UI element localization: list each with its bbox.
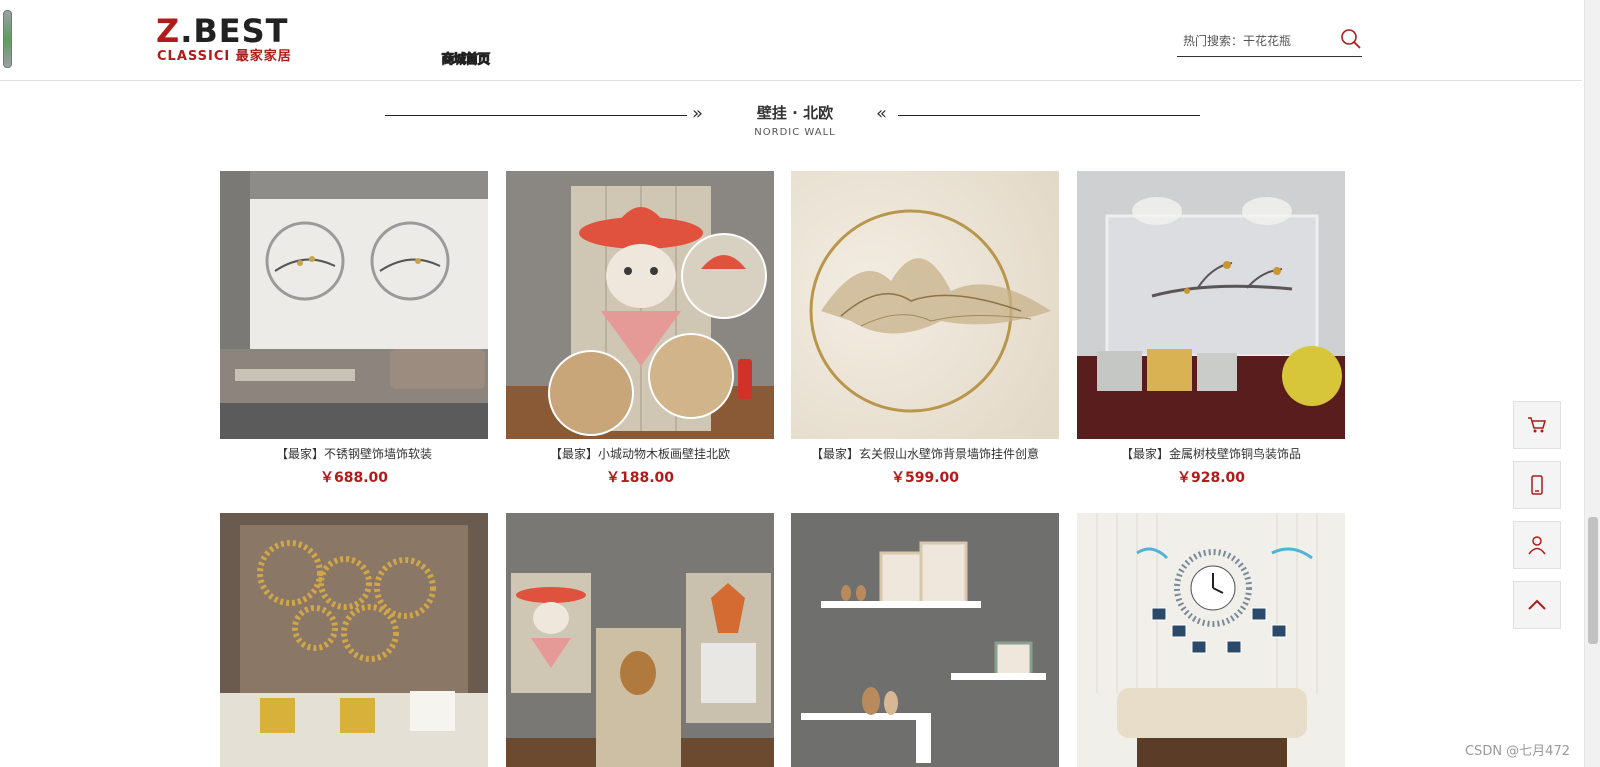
vertical-scrollbar[interactable] — [1584, 0, 1600, 767]
back-to-top-button[interactable] — [1513, 581, 1561, 629]
section-title: 壁挂 · 北欧 — [756, 104, 834, 122]
product-card[interactable]: 【最家】小城动物木板画壁挂北欧 ￥188.00 — [506, 171, 774, 487]
product-image-circle-wall-art[interactable] — [220, 171, 488, 439]
product-image-animal-paintings[interactable] — [506, 513, 774, 767]
heading-arrow-right: « — [876, 103, 888, 124]
product-name[interactable]: 【最家】玄关假山水壁饰背景墙饰挂件创意 — [791, 445, 1059, 462]
site-logo[interactable]: Z.BEST CLASSICI 最家家居 — [156, 14, 306, 68]
search-icon[interactable] — [1340, 28, 1362, 50]
logo-brand-rest: .BEST — [180, 12, 289, 50]
product-price: ￥688.00 — [319, 470, 389, 486]
product-card[interactable]: 【最家】金属树枝壁饰铜鸟装饰品 ￥928.00 — [1077, 171, 1345, 487]
mobile-icon — [1531, 475, 1543, 495]
section-heading: » 壁挂 · 北欧 NORDIC WALL « — [385, 100, 1200, 145]
product-image-mountain-wall-art[interactable] — [791, 171, 1059, 439]
product-name[interactable]: 【最家】小城动物木板画壁挂北欧 — [506, 445, 774, 462]
user-account-button[interactable] — [1513, 521, 1561, 569]
section-subtitle: NORDIC WALL — [754, 127, 836, 138]
product-card[interactable] — [220, 513, 488, 767]
product-image-gold-discs[interactable] — [220, 513, 488, 767]
product-name[interactable]: 【最家】金属树枝壁饰铜鸟装饰品 — [1077, 445, 1345, 462]
product-price: ￥599.00 — [890, 470, 960, 486]
mobile-app-button[interactable] — [1513, 461, 1561, 509]
heading-arrow-left: » — [692, 103, 704, 124]
user-icon — [1528, 536, 1546, 555]
nav-link-home[interactable]: 商城首页 — [441, 48, 490, 67]
product-image-cat-wood-painting[interactable] — [506, 171, 774, 439]
site-header: Z.BEST CLASSICI 最家家居 商城首页 — [0, 0, 1582, 81]
heading-line-left — [385, 115, 687, 116]
chevron-up-icon — [1528, 599, 1546, 610]
product-name[interactable]: 【最家】不锈钢壁饰墙饰软装 — [220, 445, 488, 462]
product-price: ￥928.00 — [1176, 470, 1246, 486]
product-card[interactable] — [791, 513, 1059, 767]
product-card[interactable]: 【最家】玄关假山水壁饰背景墙饰挂件创意 ￥599.00 — [791, 171, 1059, 487]
product-image-clock-photo-wall[interactable] — [1077, 513, 1345, 767]
heading-line-right — [898, 115, 1200, 116]
product-image-branch-wall-art[interactable] — [1077, 171, 1345, 439]
logo-brand-mark: Z — [156, 12, 181, 50]
scrollbar-thumb[interactable] — [1588, 517, 1598, 644]
product-image-wall-shelves[interactable] — [791, 513, 1059, 767]
cart-button[interactable] — [1513, 401, 1561, 449]
cart-icon — [1528, 417, 1546, 433]
product-card[interactable] — [506, 513, 774, 767]
search-bar — [1177, 26, 1362, 57]
window-resize-handle[interactable] — [3, 10, 12, 68]
watermark: CSDN @七月472 — [1464, 744, 1570, 759]
product-price: ￥188.00 — [605, 470, 675, 486]
search-input[interactable] — [1183, 30, 1333, 52]
logo-sub-latin: CLASSICI — [157, 49, 231, 64]
logo-sub-cn: 最家家居 — [235, 49, 292, 64]
product-card[interactable]: 【最家】不锈钢壁饰墙饰软装 ￥688.00 — [220, 171, 488, 487]
product-card[interactable] — [1077, 513, 1345, 767]
